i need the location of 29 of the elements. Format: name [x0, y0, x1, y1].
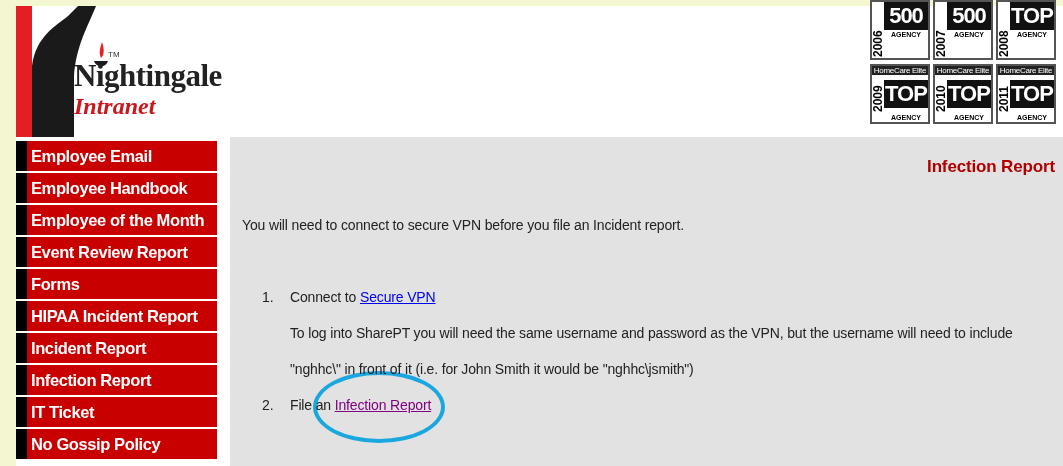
- badge-heading: HomeCare Elite: [872, 66, 928, 75]
- badge-heading: HomeCare Elite: [998, 66, 1054, 75]
- badge-title: TOP: [947, 80, 991, 108]
- badge-title: TOP: [884, 80, 928, 108]
- sidebar-item[interactable]: No Gossip Policy: [16, 429, 217, 459]
- sidebar-item[interactable]: Employee of the Month: [16, 205, 217, 235]
- step-number: 1.: [262, 288, 275, 307]
- step-link[interactable]: Infection Report: [334, 397, 432, 413]
- step-link[interactable]: Secure VPN: [359, 289, 436, 305]
- badge-title: TOP: [1010, 80, 1054, 108]
- sidebar-item[interactable]: Infection Report: [16, 365, 217, 395]
- intro-text: You will need to connect to secure VPN before you file an Incident report.: [242, 217, 686, 233]
- sidebar-item[interactable]: Event Review Report: [16, 237, 217, 267]
- page-title: Infection Report: [927, 157, 1055, 177]
- badge-title: 500: [884, 2, 928, 30]
- trademark-mark: TM: [108, 50, 121, 59]
- logo-subtitle: Intranet: [74, 93, 157, 119]
- logo-title: Nightingale: [74, 59, 222, 93]
- sidebar-item[interactable]: Incident Report: [16, 333, 217, 363]
- sidebar-item[interactable]: Forms: [16, 269, 217, 299]
- badge-title: 500: [947, 2, 991, 30]
- sidebar-item[interactable]: Employee Handbook: [16, 173, 217, 203]
- step-number: 2.: [262, 396, 275, 415]
- sidebar-item[interactable]: IT Ticket: [16, 397, 217, 427]
- sidebar-item[interactable]: HIPAA Incident Report: [16, 301, 217, 331]
- badge-heading: HomeCare Elite: [935, 66, 991, 75]
- step-text: Connect to Secure VPN: [290, 288, 437, 307]
- sidebar-item[interactable]: Employee Email: [16, 141, 217, 171]
- badge-title: TOP: [1010, 2, 1054, 30]
